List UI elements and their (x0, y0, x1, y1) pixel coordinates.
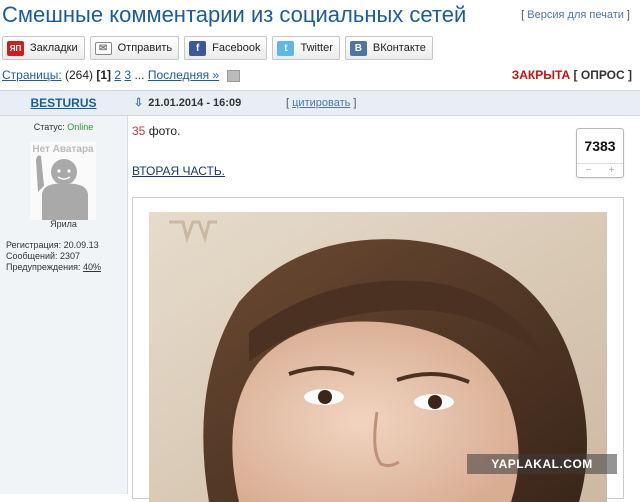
warnings-value[interactable]: 40% (83, 262, 101, 272)
jump-page-icon[interactable] (226, 69, 240, 82)
warnings-label: Предупреждения: (6, 262, 81, 272)
pagination: Страницы: (264) [1] 2 3 ... Последняя » (2, 68, 240, 82)
rating-minus-button[interactable]: − (577, 164, 600, 177)
pages-label[interactable]: Страницы: (2, 68, 62, 82)
post-header: BESTURUS ⇩ 21.01.2014 - 16:09 [ цитироват… (0, 90, 640, 116)
send-button[interactable]: ✉ Отправить (89, 36, 180, 60)
author-panel: Статус: Online Нет Аватара Ярила Регистр… (0, 116, 128, 494)
send-label: Отправить (117, 42, 173, 54)
vk-button[interactable]: B ВКонтакте (344, 36, 433, 60)
post-meta: ⇩ 21.01.2014 - 16:09 (134, 96, 241, 109)
vk-label: ВКонтакте (372, 42, 426, 54)
page-link-3[interactable]: 3 (124, 68, 131, 82)
status-value: Online (67, 122, 94, 132)
share-bar: ЯП Закладки ✉ Отправить f Facebook t Twi… (2, 36, 433, 62)
post-text: 35 фото. (132, 124, 180, 138)
bookmarks-button[interactable]: ЯП Закладки (2, 36, 85, 60)
post-link-icon[interactable]: ⇩ (134, 97, 143, 109)
registration-date: Регистрация: 20.09.13 (6, 240, 99, 250)
second-part-link[interactable]: ВТОРАЯ ЧАСТЬ. (132, 164, 225, 178)
pages-count: (264) (65, 68, 94, 82)
photo-word: фото. (145, 124, 181, 138)
quote-link[interactable]: [ цитировать ] (286, 97, 356, 109)
author-status: Статус: Online (0, 122, 127, 132)
closed-label: ЗАКРЫТА (511, 68, 571, 82)
watermark: YAPLAKAL.COM (467, 454, 617, 474)
author-role: Ярила (50, 219, 77, 229)
twitter-button[interactable]: t Twitter (272, 36, 340, 60)
yaplakal-icon: ЯП (7, 40, 24, 56)
current-page: [1] (96, 68, 112, 82)
facebook-label: Facebook (212, 42, 261, 54)
facebook-button[interactable]: f Facebook (184, 36, 268, 60)
post-date: 21.01.2014 - 16:09 (148, 97, 242, 109)
last-page-link[interactable]: Последняя » (148, 68, 219, 82)
topic-title: Смешные комментарии из социальных сетей (2, 2, 467, 27)
page-link-2[interactable]: 2 (114, 68, 121, 82)
print-version-label[interactable]: Версия для печати (527, 9, 624, 21)
warnings: Предупреждения: 40% (6, 262, 101, 273)
quote-label[interactable]: цитировать (292, 97, 350, 109)
print-version-link[interactable]: [ Версия для печати ] (521, 9, 630, 21)
avatar-silhouette-icon (36, 155, 88, 220)
photo-count: 35 (132, 124, 146, 138)
facebook-icon: f (189, 40, 207, 56)
author-name[interactable]: BESTURUS (0, 96, 127, 110)
rating-controls: − + (577, 163, 623, 177)
author-stats: Регистрация: 20.09.13 Сообщений: 2307 Пр… (6, 240, 101, 273)
rating-plus-button[interactable]: + (600, 164, 623, 177)
status-label: Статус: (33, 122, 65, 132)
message-count: Сообщений: 2307 (6, 251, 81, 261)
twitter-icon: t (277, 40, 295, 56)
rating-box: 7383 − + (576, 128, 624, 178)
pages-ellipsis: ... (134, 68, 145, 82)
twitter-label: Twitter (300, 42, 333, 54)
avatar: Нет Аватара (30, 142, 96, 220)
rating-value: 7383 (584, 138, 616, 154)
poll-label[interactable]: [ ОПРОС ] (574, 68, 632, 82)
vk-icon: B (349, 40, 367, 56)
bookmarks-label: Закладки (30, 42, 78, 54)
topic-status: ЗАКРЫТА [ ОПРОС ] (512, 68, 632, 82)
mail-icon: ✉ (94, 41, 112, 55)
